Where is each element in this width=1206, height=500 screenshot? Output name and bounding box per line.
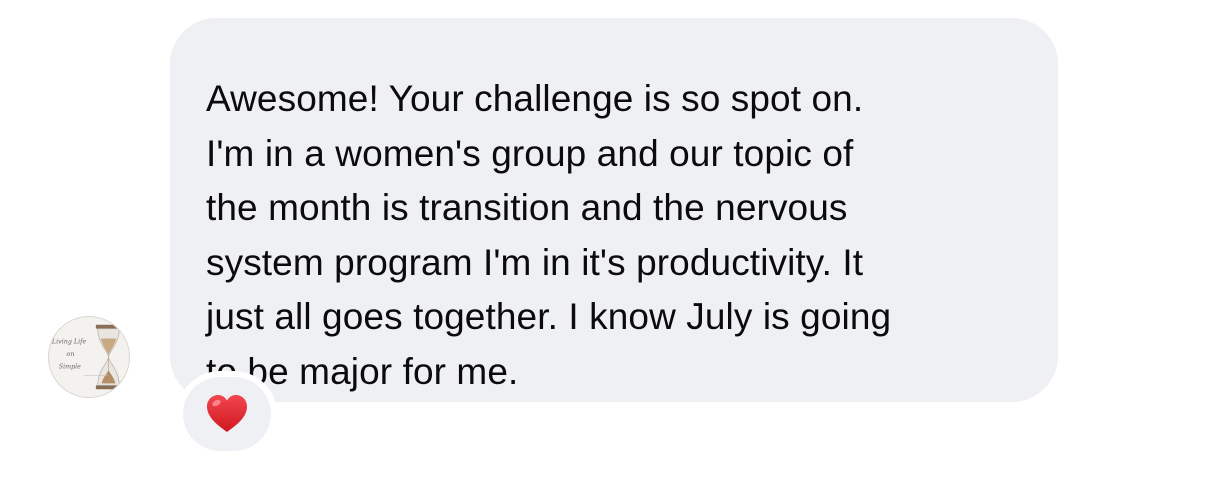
chat-message-row: Living Life on Simple Awesome! Your chal…	[0, 0, 1206, 500]
message-line: system program I'm in it's productivity.…	[206, 241, 864, 283]
red-heart-icon	[207, 395, 247, 432]
logo-text-2: on	[67, 351, 75, 358]
message-line: Awesome! Your challenge is so spot on.	[206, 78, 864, 119]
message-bubble[interactable]: Awesome! Your challenge is so spot on. I…	[170, 18, 1058, 402]
message-text: Awesome! Your challenge is so spot on. I…	[206, 72, 1028, 399]
logo-text-3: Simple	[59, 363, 81, 371]
hourglass-logo-icon: Living Life on Simple	[49, 317, 129, 397]
message-line: to be major for me.	[206, 350, 519, 392]
logo-text-1: Living Life	[51, 337, 87, 345]
reaction-badge[interactable]	[183, 377, 271, 451]
message-line: just all goes together. I know July is g…	[206, 296, 892, 337]
message-line: the month is transition and the nervous	[206, 187, 848, 228]
sender-avatar[interactable]: Living Life on Simple	[48, 316, 130, 398]
message-line: I'm in a women's group and our topic of	[206, 132, 854, 174]
